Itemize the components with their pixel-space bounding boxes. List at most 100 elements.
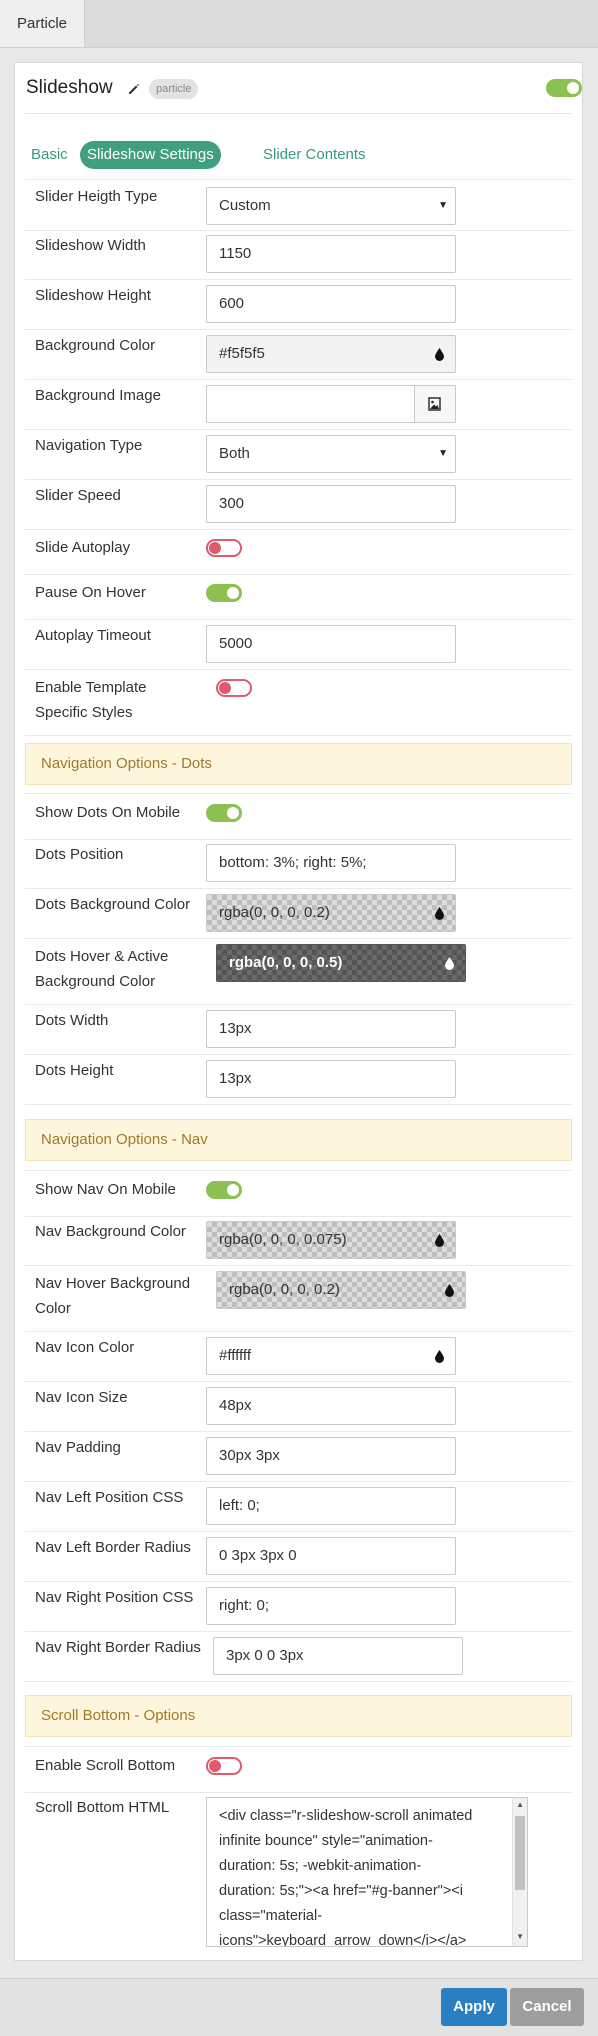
field-label: Dots Background Color: [35, 896, 191, 913]
particle-badge: particle: [149, 79, 199, 99]
setting-row: Nav Hover Background Color rgba(0, 0, 0,…: [25, 1265, 572, 1332]
pencil-icon[interactable]: [127, 82, 141, 96]
nav-icon-size-input[interactable]: 48px: [206, 1387, 456, 1425]
setting-row: Dots Width 13px: [25, 1004, 572, 1055]
dots-position-input[interactable]: bottom: 3%; right: 5%;: [206, 844, 456, 882]
slide-autoplay-toggle[interactable]: [206, 539, 242, 557]
enable-template-styles-toggle[interactable]: [216, 679, 252, 697]
scroll-down-icon[interactable]: ▼: [516, 1932, 524, 1941]
field-label: Autoplay Timeout: [35, 627, 151, 644]
setting-row: Slideshow Width 1150: [25, 229, 572, 280]
field-label: Pause On Hover: [35, 584, 146, 601]
slider-speed-input[interactable]: 300: [206, 485, 456, 523]
setting-row: Pause On Hover: [25, 574, 572, 620]
setting-row: Nav Background Color rgba(0, 0, 0, 0.075…: [25, 1215, 572, 1266]
show-nav-mobile-toggle[interactable]: [206, 1181, 242, 1199]
setting-row: Nav Right Border Radius 3px 0 0 3px: [25, 1631, 572, 1682]
setting-row: Slide Autoplay: [25, 529, 572, 575]
dots-height-input[interactable]: 13px: [206, 1060, 456, 1098]
setting-row: Dots Background Color rgba(0, 0, 0, 0.2): [25, 888, 572, 939]
setting-row: Nav Icon Size 48px: [25, 1381, 572, 1432]
color-drop-icon[interactable]: [434, 347, 445, 361]
field-label: Show Dots On Mobile: [35, 804, 181, 821]
color-drop-icon[interactable]: [444, 956, 455, 970]
field-label: Dots Width: [35, 1012, 109, 1029]
color-drop-icon[interactable]: [444, 1283, 455, 1297]
field-label: Slideshow Height: [35, 287, 151, 304]
nav-left-position-input[interactable]: left: 0;: [206, 1487, 456, 1525]
nav-right-radius-input[interactable]: 3px 0 0 3px: [213, 1637, 463, 1675]
setting-row: Background Image: [25, 379, 572, 430]
field-label: Show Nav On Mobile: [35, 1181, 176, 1198]
cancel-button[interactable]: Cancel: [510, 1988, 584, 2026]
nav-icon-color-input[interactable]: #ffffff: [206, 1337, 456, 1375]
scroll-up-icon[interactable]: ▲: [516, 1800, 524, 1809]
dots-background-color-input[interactable]: rgba(0, 0, 0, 0.2): [206, 894, 456, 932]
particle-panel: Slideshow particle Basic Slideshow Setti…: [14, 62, 583, 1961]
image-picker-button[interactable]: [414, 386, 455, 422]
field-label: Background Color: [35, 337, 156, 354]
show-dots-mobile-toggle[interactable]: [206, 804, 242, 822]
nav-left-radius-input[interactable]: 0 3px 3px 0: [206, 1537, 456, 1575]
apply-button[interactable]: Apply: [441, 1988, 507, 2026]
setting-row: Background Color #f5f5f5: [25, 329, 572, 380]
field-label: Dots Height: [35, 1062, 114, 1079]
scroll-thumb[interactable]: [515, 1816, 525, 1890]
setting-row: Slider Heigth Type Custom ▼: [25, 179, 572, 231]
scroll-bottom-html-textarea[interactable]: <div class="r-slideshow-scroll animated …: [206, 1797, 528, 1947]
field-label: Nav Background Color: [35, 1223, 186, 1240]
panel-title: Slideshow: [26, 77, 113, 98]
setting-row: Nav Right Position CSS right: 0;: [25, 1581, 572, 1632]
dots-hover-color-input[interactable]: rgba(0, 0, 0, 0.5): [216, 944, 466, 982]
navigation-type-select[interactable]: Both ▼: [206, 435, 456, 473]
setting-row: Slideshow Height 600: [25, 279, 572, 330]
top-bar: Particle: [0, 0, 598, 48]
tab-particle[interactable]: Particle: [0, 0, 85, 47]
tab-basic[interactable]: Basic: [31, 141, 68, 169]
slider-height-type-select[interactable]: Custom ▼: [206, 187, 456, 225]
pause-on-hover-toggle[interactable]: [206, 584, 242, 602]
field-label: Background Image: [35, 387, 161, 404]
setting-row: Enable Template Specific Styles: [25, 669, 572, 736]
setting-row: Dots Hover & Active Background Color rgb…: [25, 938, 572, 1005]
field-label: Enable Scroll Bottom: [35, 1757, 176, 1774]
setting-row: Nav Left Border Radius 0 3px 3px 0: [25, 1531, 572, 1582]
autoplay-timeout-input[interactable]: 5000: [206, 625, 456, 663]
textarea-scrollbar[interactable]: ▲ ▼: [512, 1798, 527, 1946]
color-drop-icon[interactable]: [434, 906, 445, 920]
field-label: Nav Icon Color: [35, 1339, 135, 1356]
setting-row: Slider Speed 300: [25, 479, 572, 530]
dots-width-input[interactable]: 13px: [206, 1010, 456, 1048]
enable-scroll-bottom-toggle[interactable]: [206, 1757, 242, 1775]
field-label: Dots Position: [35, 846, 124, 863]
field-label: Nav Icon Size: [35, 1389, 128, 1406]
nav-right-position-input[interactable]: right: 0;: [206, 1587, 456, 1625]
field-label: Nav Hover Background Color: [35, 1275, 191, 1317]
setting-row: Nav Icon Color #ffffff: [25, 1331, 572, 1382]
field-label: Dots Hover & Active Background Color: [35, 948, 169, 990]
setting-row: Show Nav On Mobile: [25, 1170, 572, 1217]
setting-row: Dots Position bottom: 3%; right: 5%;: [25, 838, 572, 889]
nav-padding-input[interactable]: 30px 3px: [206, 1437, 456, 1475]
tab-slideshow-settings[interactable]: Slideshow Settings: [80, 141, 221, 169]
slideshow-width-input[interactable]: 1150: [206, 235, 456, 273]
field-label: Nav Right Border Radius: [35, 1639, 201, 1656]
background-color-input[interactable]: #f5f5f5: [206, 335, 456, 373]
field-label: Scroll Bottom HTML: [35, 1799, 170, 1816]
field-label: Nav Left Position CSS: [35, 1489, 184, 1506]
nav-hover-color-input[interactable]: rgba(0, 0, 0, 0.2): [216, 1271, 466, 1309]
color-drop-icon[interactable]: [434, 1349, 445, 1363]
background-image-input[interactable]: [206, 385, 456, 423]
tab-slider-contents[interactable]: Slider Contents: [263, 141, 366, 169]
setting-row: Show Dots On Mobile: [25, 793, 572, 840]
color-drop-icon[interactable]: [434, 1233, 445, 1247]
field-label: Nav Padding: [35, 1439, 121, 1456]
field-label: Nav Left Border Radius: [35, 1539, 191, 1556]
nav-background-color-input[interactable]: rgba(0, 0, 0, 0.075): [206, 1221, 456, 1259]
section-navigation-dots: Navigation Options - Dots: [25, 743, 572, 785]
setting-row: Enable Scroll Bottom: [25, 1746, 572, 1793]
slideshow-height-input[interactable]: 600: [206, 285, 456, 323]
field-label: Slide Autoplay: [35, 539, 131, 556]
setting-row: Scroll Bottom HTML <div class="r-slidesh…: [25, 1791, 572, 1960]
enable-particle-toggle[interactable]: [546, 79, 582, 97]
